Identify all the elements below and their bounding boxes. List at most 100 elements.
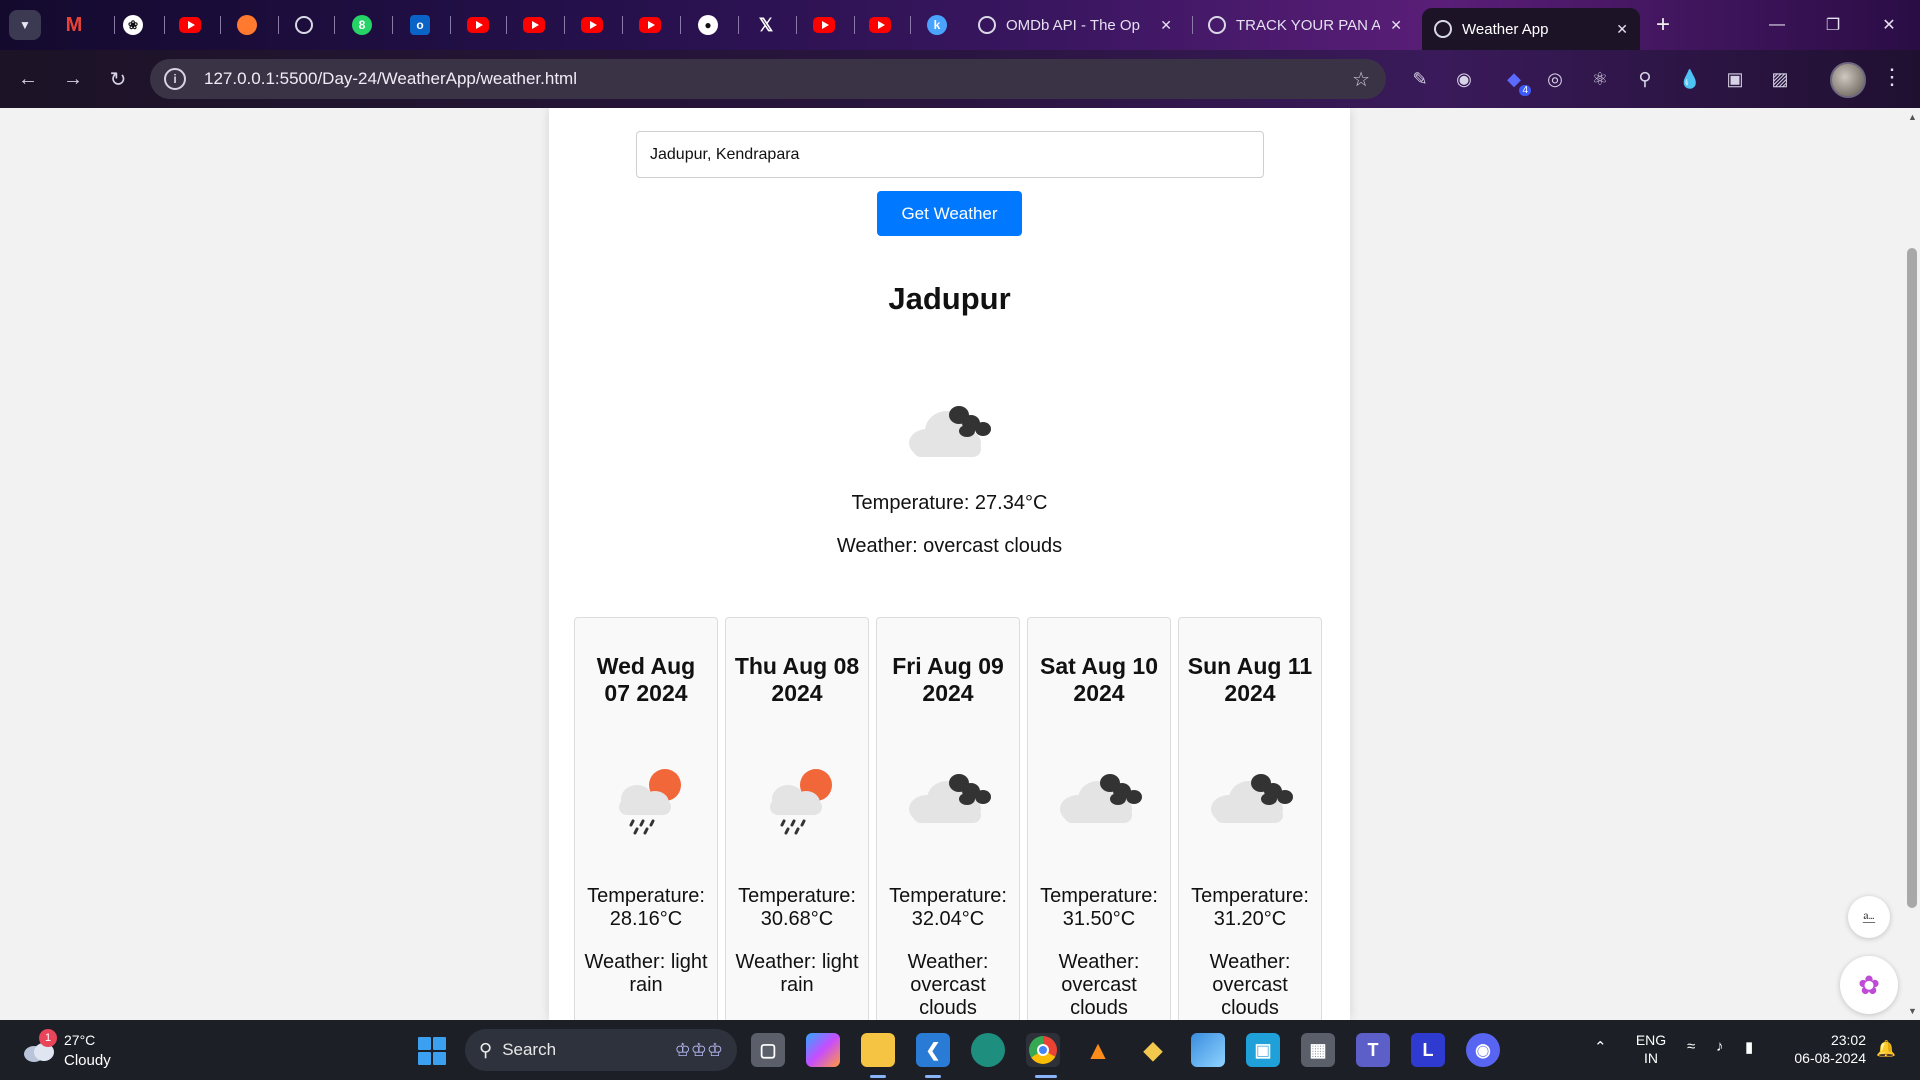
react-extension-icon[interactable]: ⚛	[1587, 66, 1613, 92]
city-search-input[interactable]	[636, 131, 1264, 178]
pinned-tab-outlook[interactable]: o	[400, 8, 440, 42]
pinned-tab-youtube-3[interactable]	[514, 8, 554, 42]
clock[interactable]: 23:02 06-08-2024	[1782, 1031, 1866, 1067]
discord-icon[interactable]: ◉	[1466, 1033, 1500, 1067]
gmail-icon: M	[65, 13, 83, 36]
tab-weather-app[interactable]: Weather App ✕	[1422, 8, 1640, 50]
search-icon: ⚲	[479, 1039, 493, 1060]
show-hidden-icons-chevron-up-icon[interactable]: ⌃	[1594, 1038, 1607, 1056]
drop-extension-icon[interactable]: 💧	[1677, 66, 1703, 92]
translate-icon[interactable]: ⎁	[1848, 896, 1890, 938]
forecast-date: Sat Aug 10 2024	[1039, 653, 1158, 706]
globe-icon	[1434, 20, 1452, 38]
forecast-weather: Weather: light rain	[584, 951, 708, 996]
lang-line2: IN	[1644, 1050, 1658, 1066]
pinned-tab-k[interactable]: k	[917, 8, 957, 42]
remote-desktop-icon[interactable]: ▣	[1246, 1033, 1280, 1067]
edge-icon[interactable]	[971, 1033, 1005, 1067]
wifi-icon[interactable]: ≈	[1687, 1038, 1695, 1055]
ai-assistant-icon[interactable]: ✿	[1840, 956, 1898, 1014]
pinned-tab-gmail[interactable]: M	[54, 8, 94, 42]
pinned-tab-youtube-2[interactable]	[458, 8, 498, 42]
battery-icon[interactable]: ▮	[1745, 1038, 1753, 1056]
forecast-weather: Weather: light rain	[735, 951, 859, 996]
pinned-tab-youtube-6[interactable]	[804, 8, 844, 42]
x-icon: 𝕏	[758, 14, 774, 35]
pinned-tab-x[interactable]: 𝕏	[746, 8, 786, 42]
tab-search-button[interactable]: ▼	[9, 10, 41, 40]
pinned-tab-youtube-1[interactable]	[170, 8, 210, 42]
close-icon[interactable]: ✕	[1390, 17, 1402, 34]
clock-date: 06-08-2024	[1794, 1050, 1866, 1066]
search-extension-icon[interactable]: ▣	[1722, 66, 1748, 92]
tab-title: Weather App	[1462, 20, 1549, 38]
youtube-icon	[813, 17, 835, 33]
start-button[interactable]	[418, 1037, 446, 1065]
forecast-weather: Weather: overcast clouds	[1058, 951, 1140, 1019]
new-tab-button[interactable]: +	[1648, 10, 1678, 40]
task-view-icon[interactable]: ▢	[751, 1033, 785, 1067]
volume-icon[interactable]: ♪	[1716, 1038, 1724, 1055]
vscode-icon[interactable]: ❮	[916, 1033, 950, 1067]
app-icon	[237, 15, 257, 35]
restore-button[interactable]: ❐	[1810, 8, 1856, 42]
tab-title: TRACK YOUR PAN A	[1236, 16, 1381, 34]
forecast-temperature: Temperature: 30.68°C	[738, 885, 856, 930]
calculator-icon[interactable]: ▦	[1301, 1033, 1335, 1067]
site-info-icon[interactable]: i	[164, 68, 186, 90]
teams-icon[interactable]: T	[1356, 1033, 1390, 1067]
pinned-tab-youtube-4[interactable]	[572, 8, 612, 42]
browser-menu-icon[interactable]: ⋮	[1880, 64, 1904, 90]
overcast-clouds-icon	[1211, 774, 1293, 823]
city-name: Jadupur	[888, 281, 1011, 316]
target-extension-icon[interactable]: ◎	[1542, 66, 1568, 92]
scroll-down-icon[interactable]: ▼	[1908, 1006, 1917, 1016]
forecast-date: Wed Aug 07 2024	[596, 653, 696, 706]
windows-taskbar: 1 27°C Cloudy ⚲ Search ♔♔♔ ▢ ❮ ▲ ◆ ▣ ▦ T…	[0, 1020, 1920, 1080]
pinned-tab-globe[interactable]	[284, 8, 324, 42]
weather-app-container: Get Weather Jadupur Temperature: 27.34°C…	[549, 108, 1350, 1020]
close-window-button[interactable]: ✕	[1866, 8, 1912, 42]
puzzle-extension-icon[interactable]: ◆ 4	[1501, 66, 1531, 96]
address-bar[interactable]: i 127.0.0.1:5500/Day-24/WeatherApp/weath…	[150, 59, 1386, 99]
forecast-temperature: Temperature: 32.04°C	[889, 885, 1007, 930]
pinned-tab-youtube-5[interactable]	[630, 8, 670, 42]
pinned-tab-github[interactable]: ●	[688, 8, 728, 42]
chrome-icon[interactable]	[1026, 1033, 1060, 1067]
reload-button[interactable]: ↻	[102, 63, 134, 95]
pinned-tab-youtube-7[interactable]	[860, 8, 900, 42]
scroll-up-icon[interactable]: ▲	[1908, 112, 1917, 122]
youtube-icon	[523, 17, 545, 33]
input-language[interactable]: ENG IN	[1634, 1031, 1668, 1067]
close-icon[interactable]: ✕	[1160, 17, 1172, 34]
tab-omdb[interactable]: OMDb API - The Op ✕	[966, 8, 1184, 42]
copilot-icon[interactable]	[806, 1033, 840, 1067]
forecast-card: Fri Aug 09 2024 Temperature: 32.04°C Wea…	[876, 617, 1020, 1020]
scroll-thumb[interactable]	[1907, 248, 1917, 908]
taskbar-search[interactable]: ⚲ Search ♔♔♔	[465, 1029, 737, 1071]
forecast-date: Fri Aug 09 2024	[892, 653, 1004, 706]
l-app-icon[interactable]: L	[1411, 1033, 1445, 1067]
eyedropper-extension-icon[interactable]: ✎	[1407, 66, 1433, 92]
vlc-icon[interactable]: ▲	[1081, 1033, 1115, 1067]
bookmark-star-icon[interactable]: ☆	[1352, 67, 1370, 92]
k-icon: k	[927, 15, 947, 35]
photos-icon[interactable]	[1191, 1033, 1225, 1067]
bug-extension-icon[interactable]: ◉	[1451, 66, 1477, 92]
pinned-tab-app[interactable]	[227, 8, 267, 42]
forward-button[interactable]: →	[57, 63, 89, 95]
tab-track-pan[interactable]: TRACK YOUR PAN A ✕	[1196, 8, 1414, 42]
notification-bell-icon[interactable]: 🔔	[1876, 1039, 1896, 1059]
back-button[interactable]: ←	[12, 63, 44, 95]
minimize-button[interactable]: —	[1754, 8, 1800, 42]
extensions-puzzle-icon[interactable]: ▨	[1767, 66, 1793, 92]
profile-avatar[interactable]	[1830, 62, 1866, 98]
page-scrollbar[interactable]: ▲ ▼	[1904, 108, 1920, 1020]
git-icon[interactable]: ◆	[1136, 1033, 1170, 1067]
close-icon[interactable]: ✕	[1616, 21, 1628, 38]
get-weather-button[interactable]: Get Weather	[877, 191, 1022, 236]
pinned-tab-chatgpt[interactable]: ❀	[113, 8, 153, 42]
zoom-extension-icon[interactable]: ⚲	[1632, 66, 1658, 92]
file-explorer-icon[interactable]	[861, 1033, 895, 1067]
pinned-tab-whatsapp[interactable]: 8	[342, 8, 382, 42]
